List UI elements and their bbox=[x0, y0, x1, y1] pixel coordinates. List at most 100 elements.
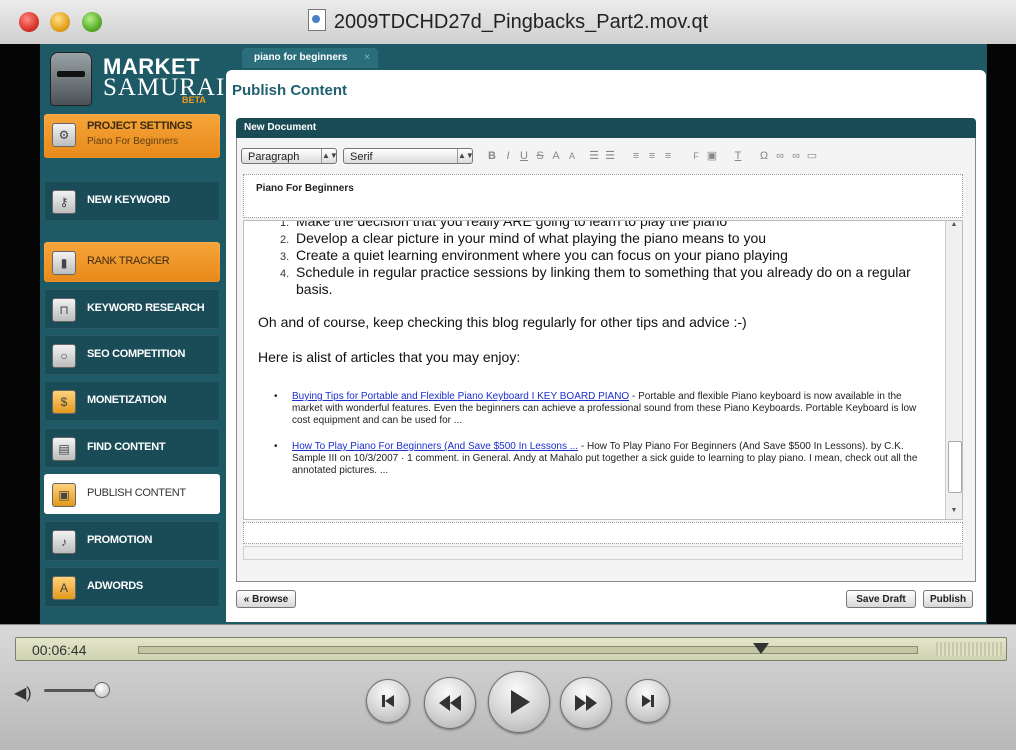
font-select[interactable]: Serif ▲▼ bbox=[343, 148, 474, 164]
editor-title-area[interactable]: Piano For Beginners bbox=[243, 174, 963, 218]
tab-piano-for-beginners[interactable]: piano for beginners × bbox=[242, 48, 378, 68]
sidebar-item-label: PUBLISH CONTENT bbox=[87, 487, 186, 499]
magnifier-icon: ○ bbox=[52, 344, 76, 368]
list-item-text: Make the decision that you really ARE go… bbox=[296, 220, 728, 229]
microphone-icon: ♪ bbox=[52, 530, 76, 554]
play-button[interactable] bbox=[488, 671, 550, 733]
sidebar-item-rank-tracker[interactable]: ▮ RANK TRACKER bbox=[44, 242, 220, 282]
remove-link-icon[interactable]: ∞ bbox=[789, 148, 803, 164]
save-draft-button[interactable]: Save Draft bbox=[846, 590, 916, 608]
playhead-icon[interactable] bbox=[753, 643, 770, 654]
document-icon: ▤ bbox=[52, 437, 76, 461]
rewind-button[interactable] bbox=[424, 677, 476, 729]
document-title: Piano For Beginners bbox=[256, 183, 354, 194]
scrollbar-thumb[interactable] bbox=[948, 441, 962, 493]
sidebar-item-adwords[interactable]: A ADWORDS bbox=[44, 567, 220, 607]
underline-icon[interactable]: U bbox=[517, 148, 531, 164]
list-item: 2. Develop a clear picture in your mind o… bbox=[258, 230, 918, 247]
sidebar-item-seo-competition[interactable]: ○ SEO COMPETITION bbox=[44, 335, 220, 375]
market-samurai-logo: MARKET SAMURAI BETA bbox=[48, 50, 224, 110]
format-select[interactable]: Paragraph ▲▼ bbox=[241, 148, 338, 164]
sidebar-project-settings[interactable]: ⚙ PROJECT SETTINGS Piano For Beginners bbox=[44, 114, 220, 158]
bold-icon[interactable]: B bbox=[485, 148, 499, 164]
window-titlebar: 2009TDCHD27d_Pingbacks_Part2.mov.qt bbox=[0, 0, 1016, 45]
skip-forward-icon bbox=[642, 695, 654, 707]
numbered-list: 1. Make the decision that you really ARE … bbox=[258, 220, 918, 298]
special-character-icon[interactable]: Ω bbox=[757, 148, 771, 164]
font-size-increase-icon[interactable]: A bbox=[549, 148, 563, 164]
resize-grip bbox=[936, 642, 1002, 656]
next-chapter-button[interactable] bbox=[626, 679, 670, 723]
strikethrough-icon[interactable]: S bbox=[533, 148, 547, 164]
gear-icon: ⚙ bbox=[52, 123, 76, 147]
volume-slider-knob[interactable] bbox=[94, 682, 110, 698]
document-editor-box: Paragraph ▲▼ Serif ▲▼ B I U S A A ☰ ☰ ≡ … bbox=[236, 138, 976, 582]
project-settings-label: PROJECT SETTINGS bbox=[87, 120, 193, 132]
sidebar-item-keyword-research[interactable]: ⊓ KEYWORD RESEARCH bbox=[44, 289, 220, 329]
page-title: Publish Content bbox=[232, 82, 347, 99]
lock-icon: ⊓ bbox=[52, 298, 76, 322]
skip-back-icon bbox=[382, 695, 394, 707]
editor-footer-area bbox=[243, 522, 963, 544]
sidebar-item-publish-content[interactable]: ▣ PUBLISH CONTENT bbox=[44, 474, 220, 514]
fast-forward-button[interactable] bbox=[560, 677, 612, 729]
select-arrows-icon: ▲▼ bbox=[321, 149, 338, 163]
insert-image-icon[interactable]: ▭ bbox=[805, 148, 819, 164]
video-letterbox-left bbox=[0, 44, 40, 624]
clear-format-icon[interactable]: T bbox=[731, 148, 745, 164]
tab-close-icon[interactable]: × bbox=[364, 48, 370, 68]
font-color-icon[interactable]: F bbox=[689, 148, 703, 164]
publish-icon: ▣ bbox=[52, 483, 76, 507]
paragraph: Oh and of course, keep checking this blo… bbox=[258, 314, 747, 330]
editor-horizontal-scrollbar[interactable] bbox=[243, 546, 963, 560]
list-item: 3. Create a quiet learning environment wh… bbox=[258, 247, 918, 264]
sidebar-item-label: NEW KEYWORD bbox=[87, 194, 170, 206]
background-color-icon[interactable]: ▣ bbox=[705, 148, 719, 164]
numbered-list-icon[interactable]: ☰ bbox=[603, 148, 617, 164]
article-link[interactable]: How To Play Piano For Beginners (And Sav… bbox=[292, 441, 578, 452]
align-right-icon[interactable]: ≡ bbox=[661, 148, 675, 164]
publish-button[interactable]: Publish bbox=[923, 590, 973, 608]
editor-vertical-scrollbar[interactable]: ▲ ▼ bbox=[945, 221, 962, 519]
bullet-icon: • bbox=[274, 441, 278, 452]
window-title: 2009TDCHD27d_Pingbacks_Part2.mov.qt bbox=[333, 11, 709, 33]
timeline-track[interactable] bbox=[138, 643, 918, 654]
logo-line2: SAMURAI bbox=[103, 74, 226, 101]
list-number: 4. bbox=[280, 268, 290, 280]
editor-toolbar: Paragraph ▲▼ Serif ▲▼ B I U S A A ☰ ☰ ≡ … bbox=[241, 148, 961, 166]
window-title-container: 2009TDCHD27d_Pingbacks_Part2.mov.qt bbox=[0, 9, 1016, 34]
scroll-up-icon[interactable]: ▲ bbox=[946, 221, 962, 233]
video-letterbox-right bbox=[987, 44, 1016, 624]
sidebar-item-monetization[interactable]: $ MONETIZATION bbox=[44, 381, 220, 421]
sidebar-item-label: KEYWORD RESEARCH bbox=[87, 302, 205, 314]
article-body: How To Play Piano For Beginners (And Sav… bbox=[292, 441, 922, 477]
tab-label: piano for beginners bbox=[254, 52, 348, 63]
rewind-icon bbox=[439, 695, 461, 711]
bullet-list-icon[interactable]: ☰ bbox=[587, 148, 601, 164]
sidebar-item-promotion[interactable]: ♪ PROMOTION bbox=[44, 521, 220, 561]
font-select-value: Serif bbox=[350, 151, 373, 163]
align-left-icon[interactable]: ≡ bbox=[629, 148, 643, 164]
insert-link-icon[interactable]: ∞ bbox=[773, 148, 787, 164]
previous-chapter-button[interactable] bbox=[366, 679, 410, 723]
editor-content-area[interactable]: 1. Make the decision that you really ARE … bbox=[243, 220, 963, 520]
sidebar-item-label: SEO COMPETITION bbox=[87, 348, 186, 360]
beta-badge: BETA bbox=[182, 95, 206, 105]
publish-content-panel: Publish Content New Document Paragraph ▲… bbox=[226, 70, 986, 622]
browse-button[interactable]: « Browse bbox=[236, 590, 296, 608]
dollar-icon: $ bbox=[52, 390, 76, 414]
align-center-icon[interactable]: ≡ bbox=[645, 148, 659, 164]
font-size-decrease-icon[interactable]: A bbox=[565, 148, 579, 164]
select-arrows-icon: ▲▼ bbox=[457, 149, 474, 163]
adwords-icon: A bbox=[52, 576, 76, 600]
list-item-text: Schedule in regular practice sessions by… bbox=[296, 264, 911, 297]
italic-icon[interactable]: I bbox=[501, 148, 515, 164]
list-item-text: Create a quiet learning environment wher… bbox=[296, 247, 788, 263]
sidebar-item-new-keyword[interactable]: ⚷ NEW KEYWORD bbox=[44, 181, 220, 221]
scroll-down-icon[interactable]: ▼ bbox=[946, 507, 962, 519]
timeline-bar: 00:06:44 bbox=[15, 637, 1007, 661]
play-icon bbox=[511, 690, 530, 714]
article-link[interactable]: Buying Tips for Portable and Flexible Pi… bbox=[292, 391, 629, 402]
paragraph: Here is alist of articles that you may e… bbox=[258, 349, 521, 365]
sidebar-item-find-content[interactable]: ▤ FIND CONTENT bbox=[44, 428, 220, 468]
